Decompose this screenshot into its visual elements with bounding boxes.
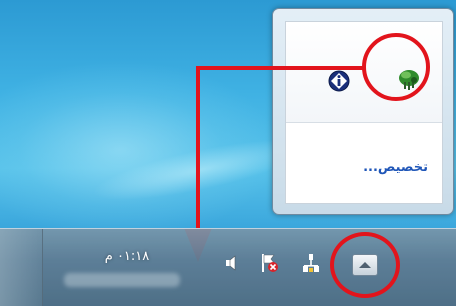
taskbar-left-edge[interactable] bbox=[0, 229, 43, 306]
annotation-arrow-horizontal bbox=[196, 66, 364, 70]
notification-overflow-popup: تخصيص... bbox=[272, 8, 454, 215]
clock-time[interactable]: ٠١:١٨ م bbox=[72, 249, 182, 264]
annotation-arrow-vertical bbox=[196, 66, 200, 231]
action-center-flag-icon[interactable] bbox=[258, 252, 280, 274]
info-icon[interactable] bbox=[328, 70, 350, 92]
annotation-circle-show-hidden bbox=[330, 232, 400, 298]
desktop-screen: تخصيص... ٠١:١٨ م bbox=[0, 0, 456, 306]
annotation-circle-popup-icon bbox=[362, 33, 430, 101]
clock-date-blurred bbox=[64, 273, 180, 287]
customize-link[interactable]: تخصيص... bbox=[363, 160, 428, 175]
network-wired-icon[interactable] bbox=[300, 252, 322, 274]
popup-separator bbox=[286, 122, 442, 123]
volume-icon[interactable] bbox=[222, 252, 244, 274]
